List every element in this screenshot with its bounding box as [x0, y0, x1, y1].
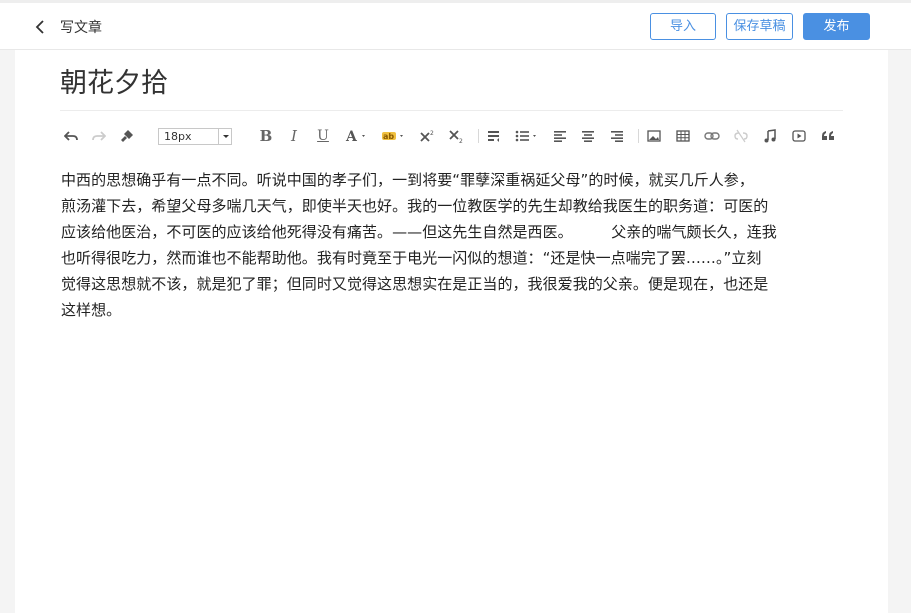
chevron-down-icon	[218, 129, 231, 144]
font-size-select[interactable]: 18px	[158, 128, 232, 145]
svg-text:2: 2	[430, 130, 434, 137]
subscript-icon[interactable]: 2	[449, 126, 465, 146]
highlight-icon[interactable]: ab	[380, 126, 408, 146]
font-size-value: 18px	[164, 130, 192, 143]
content-line: 觉得这思想就不该，就是犯了罪；但同时又觉得这思想实在是正当的，我很爱我的父亲。便…	[61, 275, 769, 293]
import-button[interactable]: 导入	[650, 13, 716, 40]
top-bar: 写文章 导入 保存草稿 发布	[0, 0, 911, 50]
align-center-icon[interactable]	[580, 126, 596, 146]
underline-icon[interactable]: U	[315, 126, 331, 146]
superscript-icon[interactable]: 2	[420, 126, 436, 146]
editor-toolbar: 18px B I U A ab 2 2	[60, 124, 850, 148]
editor-content[interactable]: 中西的思想确乎有一点不同。听说中国的孝子们，一到将要“罪孽深重祸延父母”的时候，…	[61, 167, 841, 323]
format-painter-icon[interactable]	[118, 126, 136, 146]
toolbar-separator	[638, 129, 639, 143]
video-icon[interactable]	[791, 126, 807, 146]
redo-icon[interactable]	[90, 126, 108, 146]
bold-icon[interactable]: B	[258, 126, 274, 146]
unlink-icon[interactable]	[733, 126, 749, 146]
undo-icon[interactable]	[62, 126, 80, 146]
music-icon[interactable]	[762, 126, 778, 146]
page-title: 写文章	[60, 20, 102, 36]
publish-button[interactable]: 发布	[803, 13, 870, 40]
table-icon[interactable]	[675, 126, 691, 146]
paragraph-icon[interactable]	[486, 126, 502, 146]
content-line: 这样想。	[61, 301, 122, 319]
font-color-icon[interactable]: A	[344, 126, 370, 146]
content-line: 也听得很吃力，然而谁也不能帮助他。我有时竟至于电光一闪似的想道：“还是快一点喘完…	[61, 249, 762, 267]
title-divider	[60, 110, 843, 111]
image-icon[interactable]	[646, 126, 662, 146]
save-draft-button[interactable]: 保存草稿	[726, 13, 793, 40]
svg-text:2: 2	[459, 138, 463, 143]
align-left-icon[interactable]	[552, 126, 568, 146]
link-icon[interactable]	[704, 126, 720, 146]
content-line: 中西的思想确乎有一点不同。听说中国的孝子们，一到将要“罪孽深重祸延父母”的时候，…	[61, 171, 754, 189]
align-right-icon[interactable]	[609, 126, 625, 146]
svg-text:ab: ab	[383, 132, 394, 141]
document-title-input[interactable]: 朝花夕拾	[60, 66, 840, 102]
content-line: 煎汤灌下去，希望父母多喘几天气，即使半天也好。我的一位教医学的先生却教给我医生的…	[61, 197, 769, 215]
list-icon[interactable]	[514, 126, 540, 146]
svg-text:A: A	[345, 129, 358, 143]
editor-panel: 朝花夕拾 18px B I U A ab 2 2 中西的思想确乎有一点不同。听说…	[15, 50, 888, 613]
content-line: 应该给他医治，不可医的应该给他死得没有痛苦。——但这先生自然是西医。 父亲的喘气…	[61, 223, 777, 241]
toolbar-separator	[478, 129, 479, 143]
back-chevron-icon[interactable]	[33, 18, 49, 36]
italic-icon[interactable]: I	[286, 126, 302, 146]
quote-icon[interactable]	[820, 126, 836, 146]
